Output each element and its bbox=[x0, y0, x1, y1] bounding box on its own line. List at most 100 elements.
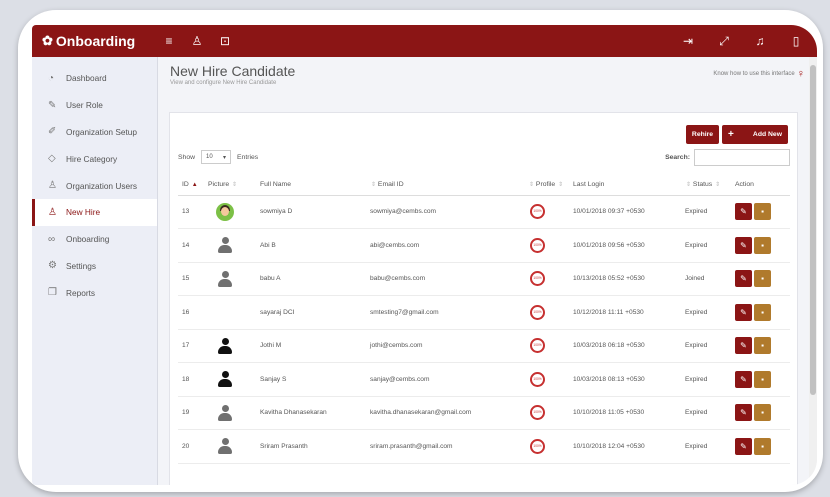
sidebar-item-dashboard[interactable]: ◔ Dashboard bbox=[32, 65, 157, 92]
edit-button[interactable]: ✎ bbox=[735, 203, 752, 221]
cell-full-name: Jothi M bbox=[260, 329, 370, 363]
cell-full-name: Kavitha Dhanasekaran bbox=[260, 396, 370, 430]
lock-icon[interactable]: ⊡ bbox=[218, 34, 232, 48]
sidebar-item-reports[interactable]: ❐ Reports bbox=[32, 279, 157, 306]
tag-icon: ◇ bbox=[48, 153, 56, 165]
pencil-icon: ✎ bbox=[740, 341, 747, 351]
bell-icon[interactable]: ♫ bbox=[753, 34, 767, 49]
cell-id: 13 bbox=[178, 195, 208, 229]
table-row[interactable]: 17 Jothi Mjothi@cembs.com 100% 10/03/2018 0… bbox=[178, 329, 790, 363]
cell-full-name: Sriram Prasanth bbox=[260, 429, 370, 464]
search-label: Search: bbox=[665, 153, 690, 161]
profile-progress[interactable]: 100% bbox=[530, 237, 545, 253]
show-label: Show bbox=[178, 153, 196, 161]
cell-profile: 100% bbox=[528, 295, 573, 330]
avatar-placeholder-icon bbox=[218, 337, 232, 354]
dashboard-icon: ◔ bbox=[48, 72, 55, 84]
profile-progress[interactable]: 100% bbox=[530, 204, 545, 220]
user-icon[interactable]: ♙ bbox=[190, 34, 204, 48]
table-row[interactable]: 13 sowmiya Dsowmiya@cembs.com 100% 10/01/20… bbox=[178, 195, 790, 229]
col-profile[interactable]: ⇕ Profile ⇕ bbox=[528, 174, 573, 196]
logout-icon[interactable]: ⇥ bbox=[681, 34, 695, 49]
col-email-label: Email ID bbox=[377, 180, 404, 188]
delete-button[interactable]: ▪ bbox=[754, 270, 771, 288]
top-right-icons: ⇥ ⤢ ♫ ▯ bbox=[681, 34, 817, 49]
cell-id: 18 bbox=[178, 362, 208, 397]
entries-label: Entries bbox=[237, 153, 259, 161]
help-link[interactable]: Know how to use this interface ♀ bbox=[713, 68, 805, 80]
table-row[interactable]: 18 Sanjay Ssanjay@cembs.com 100% 10/03/2018… bbox=[178, 362, 790, 397]
page-subtitle: View and configure New Hire Candidate bbox=[170, 80, 277, 86]
cell-email: abi@cembs.com bbox=[370, 228, 528, 263]
sidebar-item-label: User Role bbox=[66, 100, 103, 111]
edit-button[interactable]: ✎ bbox=[735, 437, 752, 455]
table-row[interactable]: 19 Kavitha Dhanasekaran kavitha.dhanasekar… bbox=[178, 396, 790, 430]
sidebar-item-hire-category[interactable]: ◇ Hire Category bbox=[32, 145, 157, 172]
sort-icon: ⇕ bbox=[686, 181, 692, 188]
trash-icon: ▪ bbox=[761, 240, 764, 250]
col-id-label: ID bbox=[182, 180, 189, 188]
cell-id: 14 bbox=[178, 228, 208, 263]
edit-button[interactable]: ✎ bbox=[735, 337, 752, 355]
avatar-placeholder-icon bbox=[218, 270, 232, 287]
delete-button[interactable]: ▪ bbox=[754, 370, 771, 388]
entries-select[interactable]: 10 ▾ bbox=[201, 150, 232, 164]
cell-last-login: 10/10/2018 12:04 +0530 bbox=[573, 429, 685, 464]
pencil-icon: ✎ bbox=[740, 207, 747, 217]
table-row[interactable]: 20 Sriram Prasanth sriram.prasanth@gmail.c… bbox=[178, 429, 790, 464]
delete-button[interactable]: ▪ bbox=[754, 337, 771, 355]
profile-progress[interactable]: 100% bbox=[530, 405, 545, 421]
col-email[interactable]: ⇕ Email ID bbox=[370, 174, 528, 196]
profile-progress[interactable]: 100% bbox=[530, 438, 545, 454]
sidebar-item-settings[interactable]: ⚙ Settings bbox=[32, 253, 157, 280]
search-input[interactable] bbox=[694, 148, 790, 166]
sidebar-item-label: Hire Category bbox=[66, 153, 118, 164]
col-id[interactable]: ID ▲ bbox=[178, 174, 208, 196]
sidebar-item-user-role[interactable]: ✎ User Role bbox=[32, 92, 157, 119]
add-new-button[interactable]: + Add New bbox=[722, 125, 788, 144]
edit-button[interactable]: ✎ bbox=[735, 236, 752, 254]
window-icon[interactable]: ▯ bbox=[789, 34, 803, 49]
sidebar-item-onboarding[interactable]: ∞ Onboarding bbox=[32, 226, 157, 253]
profile-progress[interactable]: 100% bbox=[530, 338, 545, 354]
profile-progress[interactable]: 100% bbox=[530, 304, 545, 320]
cell-email: kavitha.dhanasekaran@gmail.com bbox=[370, 396, 528, 430]
rehire-button[interactable]: Rehire bbox=[686, 125, 719, 144]
expand-icon[interactable]: ⤢ bbox=[717, 34, 731, 49]
table-row[interactable]: 14 Abi Babi@cembs.com 100% 10/01/2018 09:56… bbox=[178, 228, 790, 263]
cell-status: Expired bbox=[685, 195, 735, 229]
action-buttons: Rehire + Add New bbox=[686, 125, 788, 144]
edit-button[interactable]: ✎ bbox=[735, 370, 752, 388]
delete-button[interactable]: ▪ bbox=[754, 203, 771, 221]
col-full-name[interactable]: Full Name bbox=[260, 174, 370, 196]
delete-button[interactable]: ▪ bbox=[754, 303, 771, 321]
sidebar-item-organization-users[interactable]: ♙ Organization Users bbox=[32, 172, 157, 199]
col-picture[interactable]: Picture ⇕ bbox=[208, 174, 260, 196]
col-action: Action bbox=[735, 174, 790, 196]
table-row[interactable]: 15 babu Ababu@cembs.com 100% 10/13/2018 05:… bbox=[178, 262, 790, 296]
col-last-login[interactable]: Last Login bbox=[573, 174, 685, 196]
sidebar-item-organization-setup[interactable]: ✐ Organization Setup bbox=[32, 119, 157, 146]
col-status[interactable]: ⇕ Status ⇕ bbox=[685, 174, 735, 196]
profile-progress[interactable]: 100% bbox=[530, 271, 545, 287]
menu-icon[interactable]: ≡ bbox=[162, 34, 176, 48]
table-row[interactable]: 16 sayaraj DCI smtesting7@gmail.com 100% 10/… bbox=[178, 295, 790, 330]
delete-button[interactable]: ▪ bbox=[754, 437, 771, 455]
cell-full-name: Abi B bbox=[260, 228, 370, 263]
profile-progress[interactable]: 100% bbox=[530, 371, 545, 387]
pencil-icon: ✎ bbox=[740, 307, 747, 317]
sidebar-item-label: Organization Users bbox=[66, 180, 138, 191]
edit-button[interactable]: ✎ bbox=[735, 270, 752, 288]
trash-icon: ▪ bbox=[761, 207, 764, 217]
edit-button[interactable]: ✎ bbox=[735, 404, 752, 422]
candidates-table: ID ▲ Picture ⇕ Full Name ⇕ Email ID ⇕ Pr… bbox=[178, 174, 790, 464]
scroll-thumb[interactable] bbox=[810, 65, 816, 395]
col-last-login-label: Last Login bbox=[573, 180, 605, 188]
delete-button[interactable]: ▪ bbox=[754, 404, 771, 422]
device-frame: ✿ Onboarding ≡ ♙ ⊡ ⇥ ⤢ ♫ ▯ ◔ Dashboard ✎ Us… bbox=[18, 10, 823, 492]
sidebar-item-new-hire[interactable]: ♙ New Hire bbox=[32, 198, 157, 226]
delete-button[interactable]: ▪ bbox=[754, 236, 771, 254]
scrollbar[interactable] bbox=[809, 57, 817, 485]
brand[interactable]: ✿ Onboarding bbox=[32, 33, 158, 49]
edit-button[interactable]: ✎ bbox=[735, 303, 752, 321]
